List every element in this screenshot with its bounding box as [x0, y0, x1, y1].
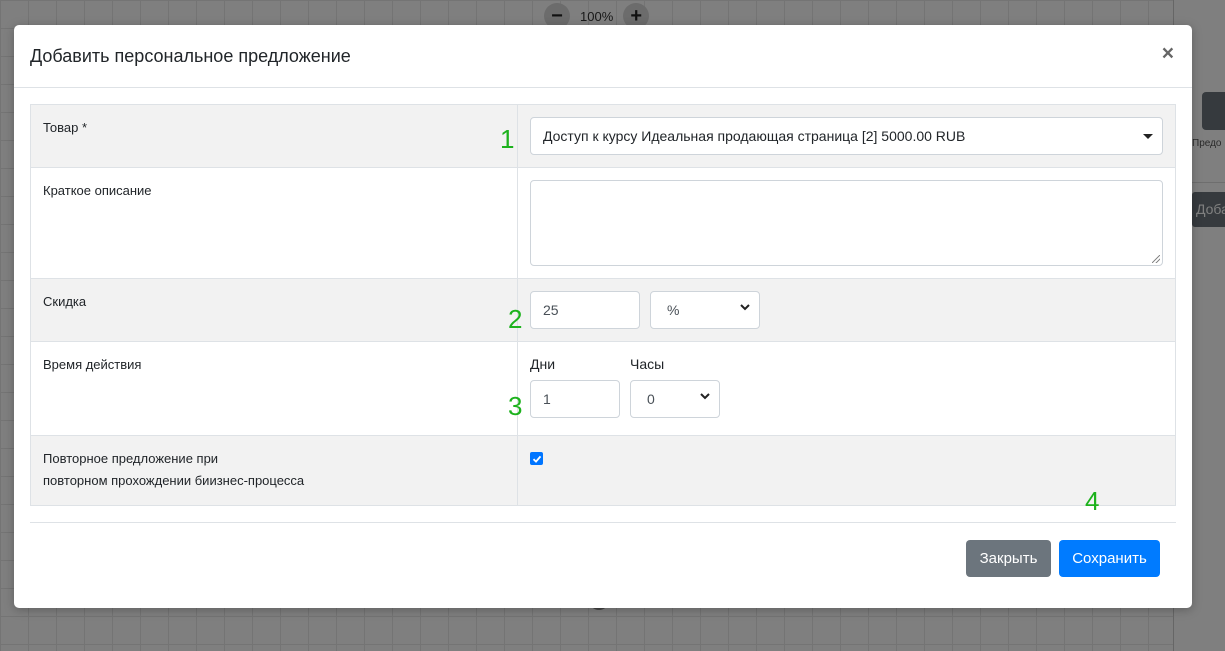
product-label: Товар *	[31, 105, 518, 167]
hours-select[interactable]: 0	[630, 380, 720, 418]
close-icon[interactable]: ×	[1162, 43, 1174, 64]
repeat-offer-row: Повторное предложение при повторном прох…	[31, 436, 1175, 505]
annotation-3: 3	[508, 391, 523, 421]
product-select-value: Доступ к курсу Идеальная продающая стран…	[543, 128, 966, 144]
discount-input[interactable]: 25	[530, 291, 640, 329]
chevron-down-icon	[740, 304, 750, 311]
validity-row: Время действия Дни 1 Часы 0	[31, 342, 1175, 436]
description-label: Краткое описание	[31, 168, 518, 278]
modal-title: Добавить персональное предложение	[30, 45, 351, 66]
close-button[interactable]: Закрыть	[966, 540, 1051, 577]
repeat-offer-checkbox[interactable]	[530, 452, 543, 465]
modal-header: Добавить персональное предложение ×	[14, 25, 1192, 88]
description-row: Краткое описание	[31, 168, 1175, 279]
checkmark-icon	[532, 455, 541, 463]
days-group: Дни 1	[530, 356, 620, 418]
personal-offer-modal: Добавить персональное предложение × Това…	[14, 25, 1192, 608]
repeat-offer-label: Повторное предложение при повторном прох…	[31, 436, 518, 505]
offer-form: Товар * Доступ к курсу Идеальная продающ…	[30, 104, 1176, 506]
discount-unit-value: %	[667, 302, 680, 318]
annotation-1: 1	[500, 124, 515, 154]
hours-group: Часы 0	[630, 356, 720, 418]
caret-down-icon	[1143, 134, 1153, 139]
days-label: Дни	[530, 356, 556, 372]
footer-divider	[30, 522, 1176, 523]
description-textarea[interactable]	[530, 180, 1163, 266]
product-select[interactable]: Доступ к курсу Идеальная продающая стран…	[530, 117, 1163, 155]
product-row: Товар * Доступ к курсу Идеальная продающ…	[31, 105, 1175, 168]
repeat-offer-value-cell	[518, 436, 1175, 505]
discount-label: Скидка	[31, 279, 518, 341]
annotation-4: 4	[1085, 486, 1100, 516]
repeat-offer-label-line1: Повторное предложение при	[43, 451, 219, 466]
discount-row: Скидка 25 %	[31, 279, 1175, 342]
discount-value-cell: 25 %	[518, 279, 1175, 341]
repeat-offer-label-line2: повторном прохождении биизнес-процесса	[43, 473, 305, 488]
description-value-cell	[518, 168, 1175, 278]
validity-label: Время действия	[31, 342, 518, 435]
annotation-2: 2	[508, 304, 523, 334]
days-input[interactable]: 1	[530, 380, 620, 418]
chevron-down-icon	[700, 393, 710, 400]
hours-label: Часы	[630, 356, 665, 372]
hours-value: 0	[647, 391, 655, 407]
product-value-cell: Доступ к курсу Идеальная продающая стран…	[518, 105, 1175, 167]
resize-grip-icon[interactable]	[1152, 255, 1160, 263]
discount-unit-select[interactable]: %	[650, 291, 760, 329]
validity-value-cell: Дни 1 Часы 0	[518, 342, 1175, 435]
save-button[interactable]: Сохранить	[1059, 540, 1160, 577]
